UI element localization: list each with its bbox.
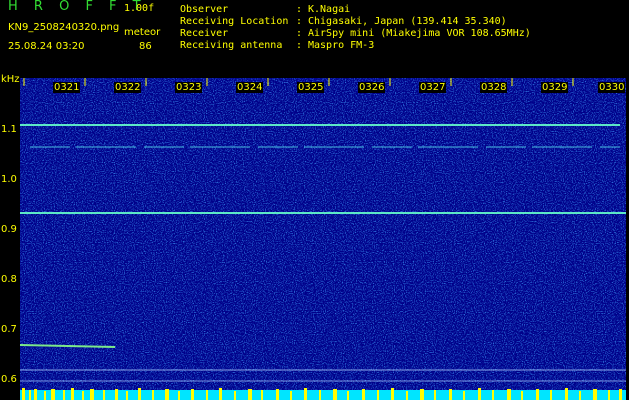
y-axis-unit: kHz xyxy=(1,74,20,85)
location-colon: : xyxy=(296,16,303,27)
time-tick-label: 0325 xyxy=(297,82,325,93)
location-label: Receiving Location xyxy=(180,16,289,27)
receiver-colon: : xyxy=(296,28,303,39)
time-tick-label: 0328 xyxy=(480,82,508,93)
y-tick-label: 0.8 xyxy=(1,274,17,285)
y-tick-label: 0.6 xyxy=(1,374,17,385)
time-tick-label: 0321 xyxy=(53,82,81,93)
antenna-value: Maspro FM-3 xyxy=(308,40,375,51)
meteor-count-label: meteor xyxy=(124,27,161,38)
y-tick-label: 0.9 xyxy=(1,224,17,235)
time-tick-label: 0324 xyxy=(236,82,264,93)
y-tick-label: 1.0 xyxy=(1,174,17,185)
observer-colon: : xyxy=(296,4,303,15)
observer-label: Observer xyxy=(180,4,229,15)
y-tick-label: 1.1 xyxy=(1,124,17,135)
time-tick-label: 0322 xyxy=(114,82,142,93)
observer-value: K.Nagai xyxy=(308,4,351,15)
time-tick-label: 0327 xyxy=(419,82,447,93)
spectrogram xyxy=(20,78,626,400)
spectrogram-noise xyxy=(20,78,626,400)
receiver-label: Receiver xyxy=(180,28,229,39)
observation-datetime: 25.08.24 03:20 xyxy=(8,41,85,52)
image-filename: KN9_2508240320.png xyxy=(8,22,120,33)
app-version: 1.00f xyxy=(124,3,155,14)
receiver-value: AirSpy mini (Miakejima VOR 108.65MHz) xyxy=(308,28,531,39)
antenna-colon: : xyxy=(296,40,303,51)
y-tick-label: 0.7 xyxy=(1,324,17,335)
header-panel: H R O F F T 1.00f KN9_2508240320.png met… xyxy=(0,0,629,76)
antenna-label: Receiving antenna xyxy=(180,40,283,51)
time-tick-label: 0330 xyxy=(598,82,626,93)
time-tick-label: 0326 xyxy=(358,82,386,93)
meteor-count-value: 86 xyxy=(139,41,152,52)
time-tick-label: 0329 xyxy=(541,82,569,93)
time-tick-label: 0323 xyxy=(175,82,203,93)
signal-baseline xyxy=(20,390,626,400)
location-value: Chigasaki, Japan (139.414 35.340) xyxy=(308,16,507,27)
